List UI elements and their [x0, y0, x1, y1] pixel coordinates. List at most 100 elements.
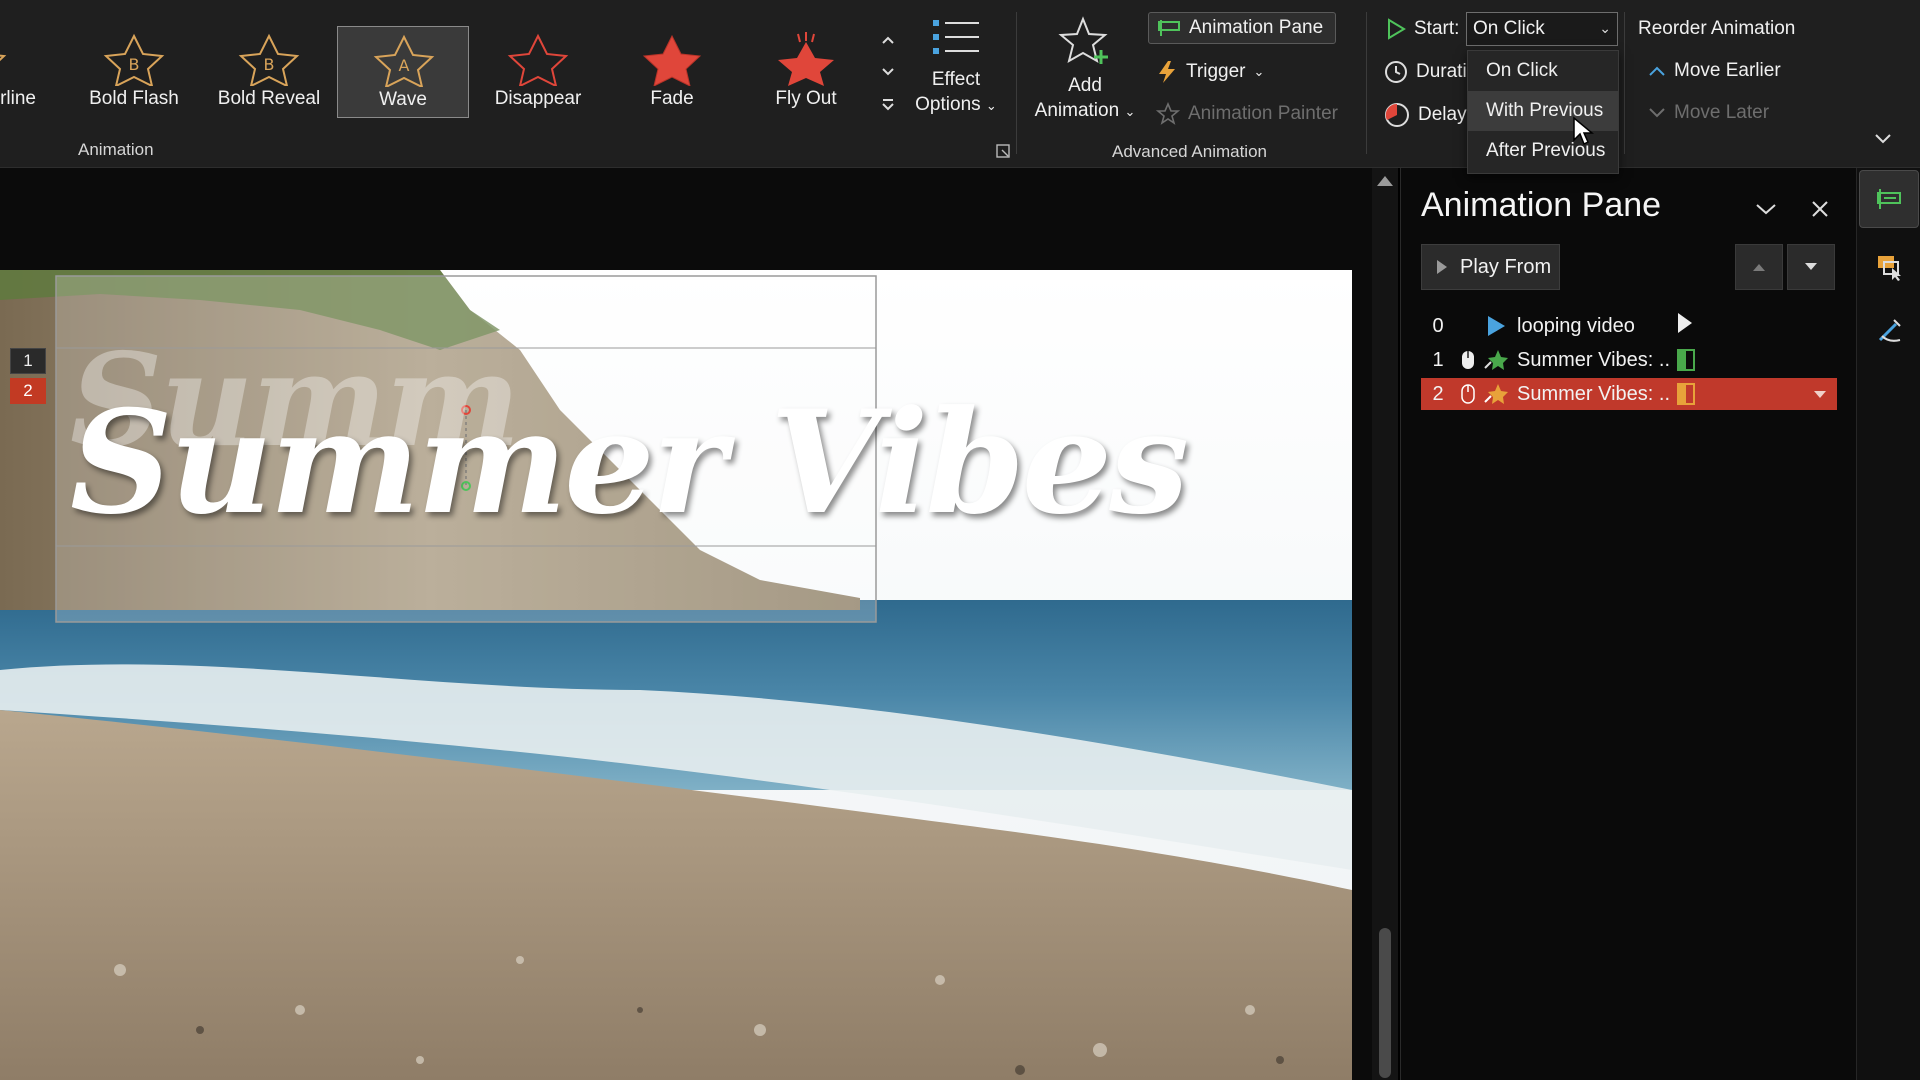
animation-pane-label: Animation Pane — [1189, 17, 1324, 38]
animation-name: Summer Vibes: ... — [1517, 348, 1671, 371]
animation-painter-button[interactable]: Animation Painter — [1156, 102, 1338, 126]
reorder-animation-text: Reorder Animation — [1638, 18, 1796, 39]
scroll-up-icon[interactable] — [1377, 176, 1393, 186]
ribbon-collapse-icon[interactable] — [1874, 132, 1892, 150]
gallery-item-fade[interactable]: Fade — [606, 26, 738, 118]
play-icon — [1437, 260, 1447, 274]
animation-pane-button[interactable]: Animation Pane — [1148, 12, 1337, 44]
lightning-icon — [1159, 61, 1175, 83]
animation-index: 2 — [1432, 382, 1444, 405]
fly-out-star-icon — [778, 32, 834, 86]
animation-pane-icon — [1877, 189, 1901, 209]
selection-pane-rail-button[interactable] — [1859, 238, 1919, 296]
gallery-item-label: erline — [0, 88, 36, 109]
delay-label-group: Delay: — [1384, 102, 1472, 128]
chevron-up-icon — [1649, 66, 1665, 76]
start-label: Start: — [1414, 18, 1460, 39]
slide-vertical-scrollbar[interactable] — [1372, 168, 1398, 1080]
designer-wand-icon — [1878, 319, 1901, 342]
mouse-click-icon — [1455, 383, 1481, 405]
effect-star-icon — [1481, 382, 1511, 406]
gallery-item-wave[interactable]: A Wave — [337, 26, 469, 118]
mouse-click-icon — [1455, 349, 1481, 371]
gallery-item-fly-out[interactable]: Fly Out — [740, 26, 872, 118]
move-up-button[interactable] — [1735, 244, 1783, 290]
add-animation-label-1: Add — [1068, 75, 1102, 96]
chevron-down-icon — [1649, 108, 1665, 118]
timing-bar — [1677, 349, 1695, 371]
gallery-scroll-up-icon[interactable] — [874, 26, 902, 54]
dialog-launcher-icon[interactable] — [996, 144, 1010, 163]
animation-list-item-selected[interactable]: 2 Summer Vibes: ... — [1421, 378, 1837, 410]
start-option-on-click[interactable]: On Click — [1468, 51, 1618, 91]
animation-pane-rail-button[interactable] — [1859, 170, 1919, 228]
play-from-button[interactable]: Play From — [1421, 244, 1560, 290]
start-dropdown-menu: On Click With Previous After Previous — [1467, 50, 1619, 174]
chevron-down-icon: ⌄ — [1253, 64, 1265, 79]
animation-tag-1[interactable]: 1 — [10, 348, 46, 374]
svg-text:A: A — [399, 56, 410, 75]
close-icon[interactable] — [1805, 194, 1835, 224]
timing-bar — [1677, 383, 1695, 405]
move-later-button[interactable]: Move Later — [1648, 102, 1769, 124]
move-down-button[interactable] — [1787, 244, 1835, 290]
slide-canvas[interactable]: Summ Summer Vibes — [0, 270, 1352, 1080]
ribbon-separator — [1016, 12, 1017, 154]
svg-text:B: B — [264, 55, 275, 74]
delay-label: Delay: — [1418, 104, 1472, 125]
start-select[interactable]: On Click ⌄ — [1466, 12, 1618, 46]
designer-rail-button[interactable] — [1859, 302, 1919, 360]
move-later-label: Move Later — [1674, 102, 1770, 123]
effect-options-label-2: Options — [915, 94, 981, 115]
bold-flash-star-icon: B — [103, 33, 165, 86]
animation-pane-icon — [1158, 20, 1180, 36]
gallery-item-label: Fly Out — [775, 88, 837, 109]
reorder-animation-label: Reorder Animation — [1638, 18, 1795, 40]
animation-tag-2[interactable]: 2 — [10, 378, 46, 404]
gallery-more-icon[interactable] — [874, 90, 902, 118]
animation-list-item[interactable]: 1 Summer Vibes: ... — [1421, 344, 1837, 376]
gallery-item-outline[interactable]: erline — [0, 26, 42, 118]
gallery-scroll-down-icon[interactable] — [874, 58, 902, 86]
effect-options-icon — [933, 20, 979, 54]
start-option-with-previous[interactable]: With Previous — [1468, 91, 1618, 131]
media-play-icon — [1481, 315, 1511, 337]
right-tool-rail — [1856, 168, 1920, 1080]
chevron-down-icon: ⌄ — [985, 98, 997, 113]
triangle-up-icon — [1753, 264, 1765, 271]
add-animation-label-2: Animation — [1034, 100, 1120, 121]
svg-text:B: B — [129, 55, 140, 74]
play-outline-icon — [1388, 18, 1406, 40]
animation-list-item[interactable]: 0 looping video — [1421, 310, 1837, 342]
animation-name: looping video — [1517, 314, 1635, 337]
animation-pane-title: Animation Pane — [1421, 186, 1662, 224]
pane-options-chevron-icon[interactable] — [1751, 194, 1781, 224]
animation-index: 0 — [1432, 314, 1444, 337]
gallery-item-bold-flash[interactable]: B Bold Flash — [68, 26, 200, 118]
ribbon-separator — [1624, 12, 1625, 154]
animation-index: 1 — [1432, 348, 1444, 371]
start-option-after-previous[interactable]: After Previous — [1468, 131, 1618, 171]
item-dropdown-chevron-icon[interactable] — [1813, 383, 1827, 406]
start-label-group: Start: — [1386, 18, 1459, 40]
delay-clock-icon — [1385, 103, 1409, 127]
effect-star-icon — [1481, 348, 1511, 372]
gallery-item-disappear[interactable]: Disappear — [472, 26, 604, 118]
gallery-item-bold-reveal[interactable]: B Bold Reveal — [203, 26, 335, 118]
trigger-button[interactable]: Trigger ⌄ — [1156, 60, 1264, 84]
duration-label-group: Durati — [1384, 60, 1467, 84]
animation-painter-label: Animation Painter — [1188, 103, 1338, 124]
gallery-item-label: Wave — [379, 89, 427, 110]
ribbon: erline B Bold Flash B Bold Reveal A Wave… — [0, 0, 1920, 174]
chevron-down-icon: ⌄ — [1599, 20, 1611, 36]
add-animation-button[interactable]: Add Animation ⌄ — [1026, 16, 1144, 124]
animation-painter-icon — [1156, 102, 1180, 125]
scroll-thumb[interactable] — [1379, 928, 1391, 1078]
effect-options-button[interactable]: Effect Options ⌄ — [906, 16, 1006, 118]
effect-options-label-1: Effect — [931, 69, 981, 90]
slide-title-text[interactable]: Summer Vibes — [70, 380, 1189, 546]
outline-star-icon — [0, 54, 7, 62]
move-earlier-button[interactable]: Move Earlier — [1648, 60, 1781, 82]
play-from-label: Play From — [1460, 255, 1552, 278]
add-animation-star-icon — [1058, 16, 1108, 64]
